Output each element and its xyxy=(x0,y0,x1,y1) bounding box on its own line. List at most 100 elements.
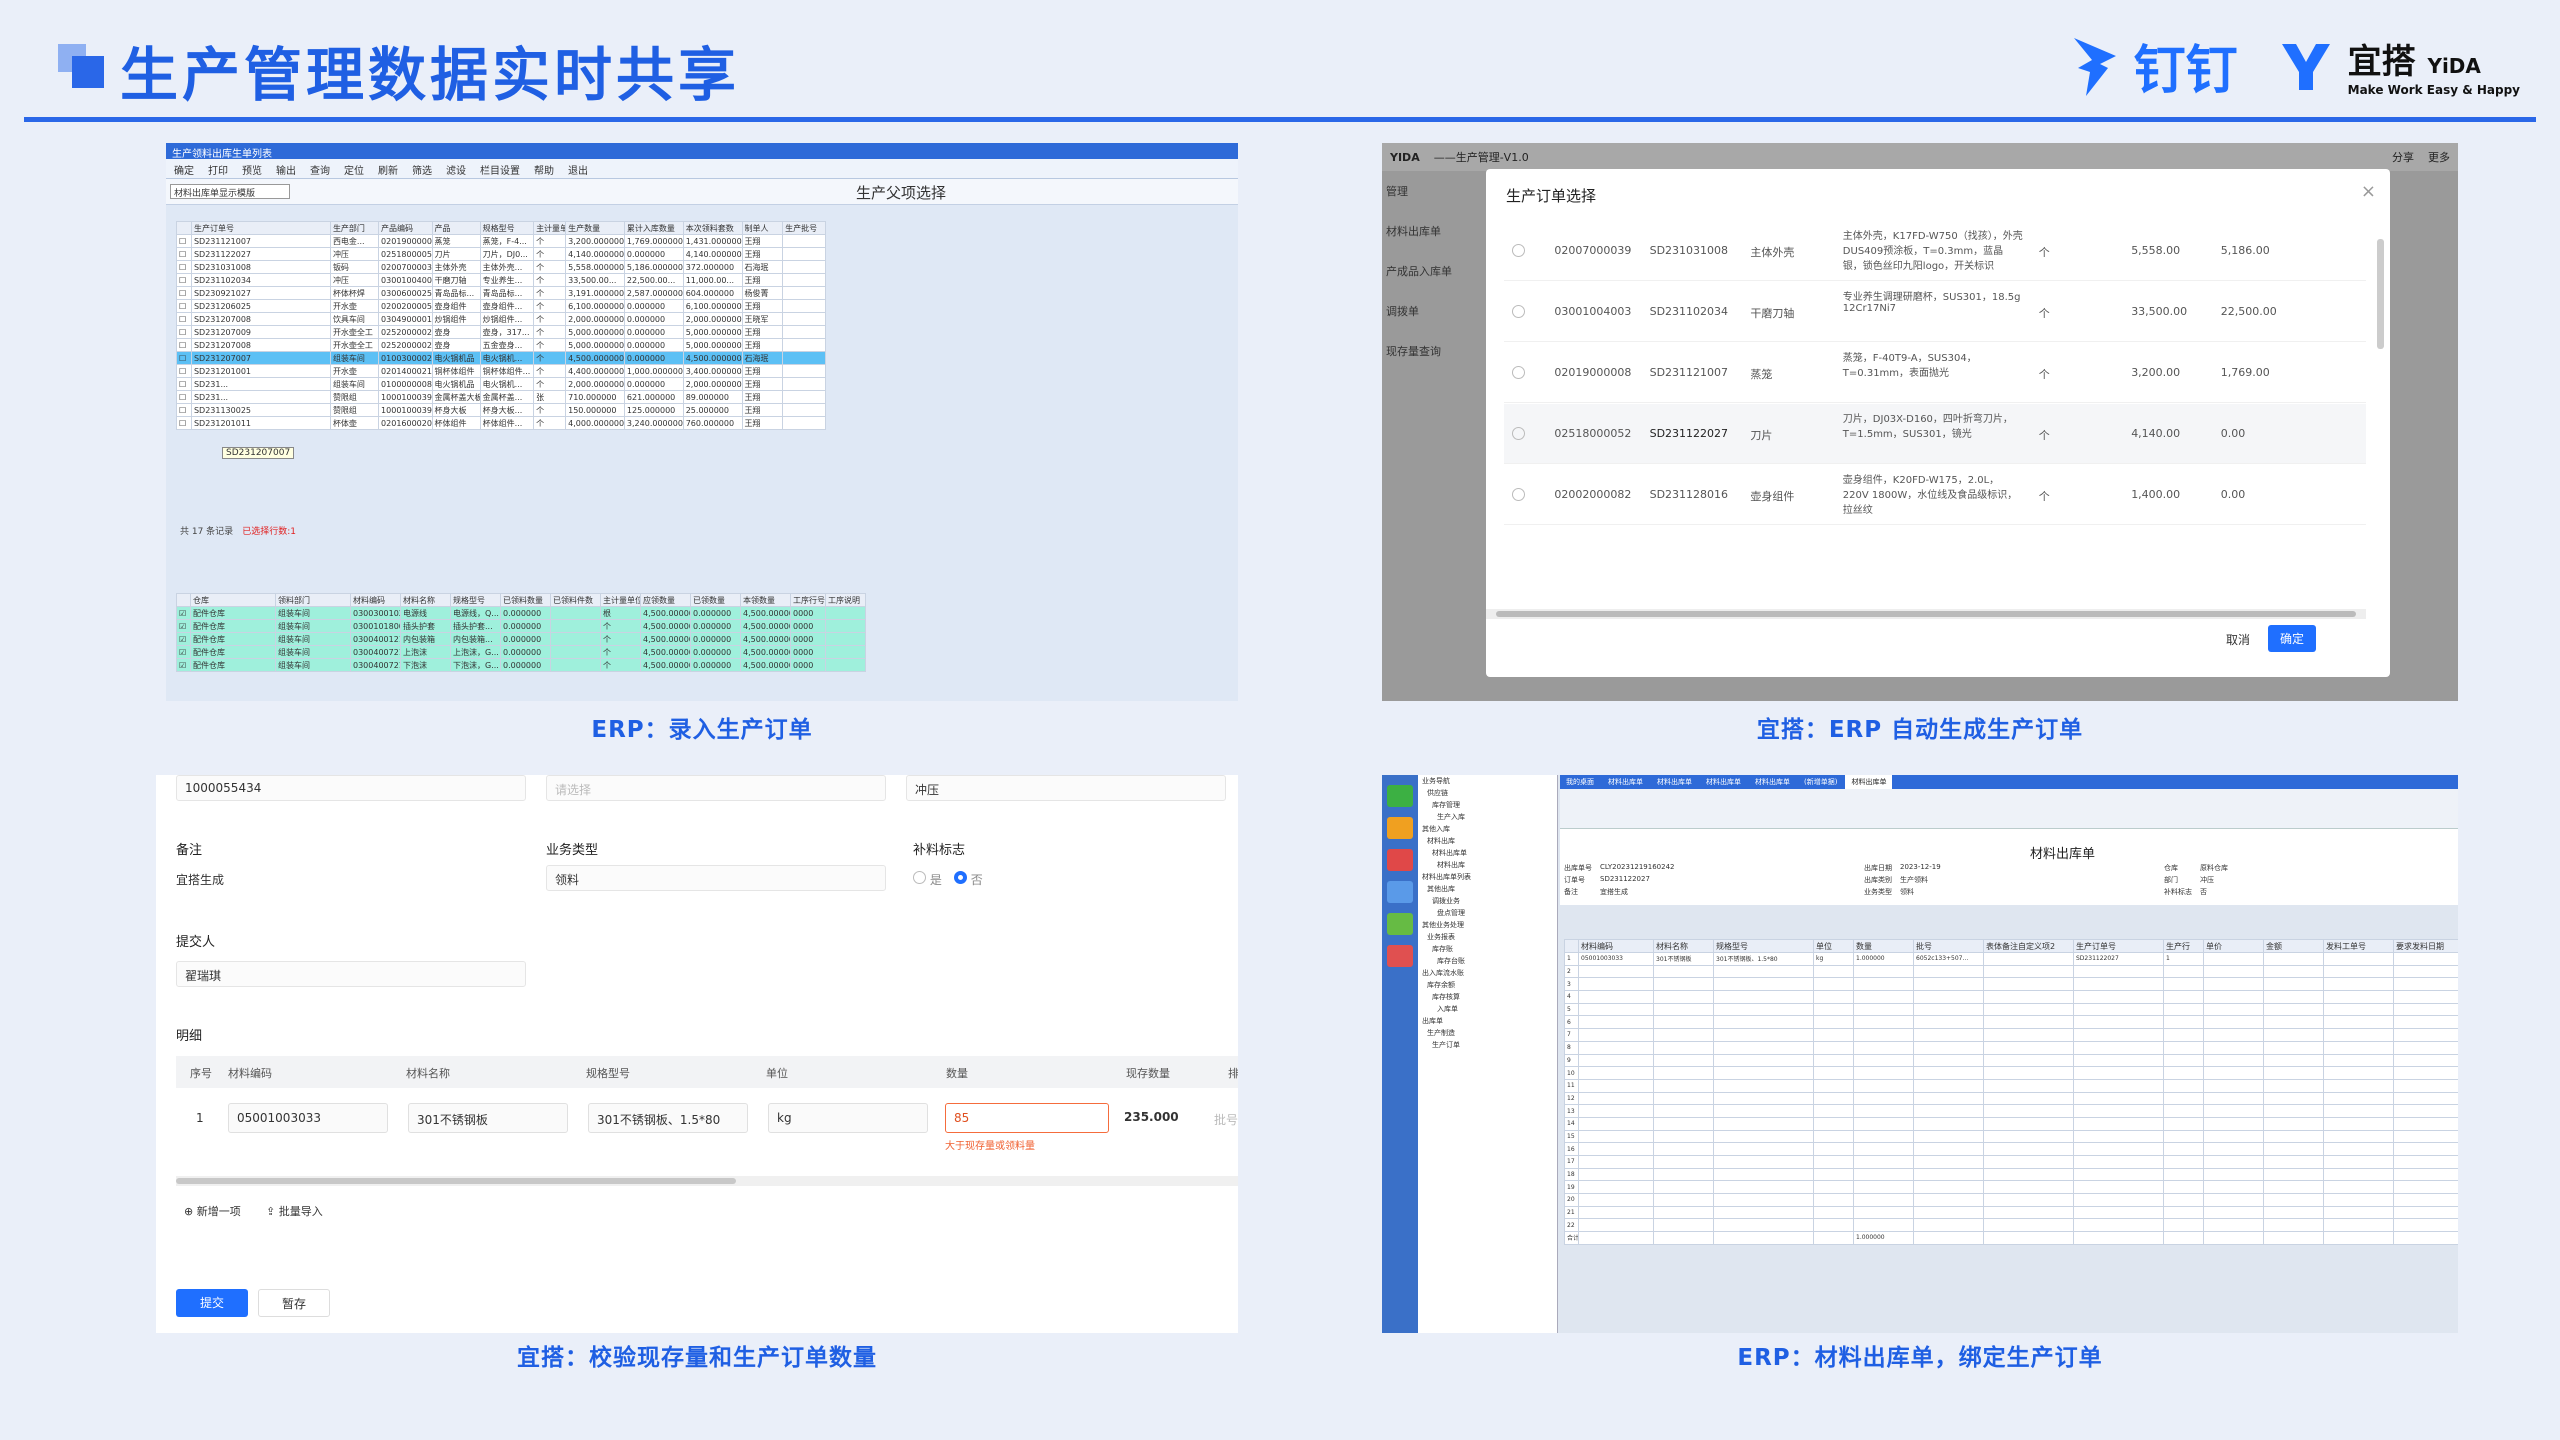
row-checkbox[interactable]: ☐ xyxy=(176,299,192,313)
table-row[interactable]: ☐ SD231206025 开水壶 02002000054 壶身组件 壶身组件... 个 6,… xyxy=(176,299,826,313)
tab-item[interactable]: (新增单据) xyxy=(1798,775,1843,789)
tree-item[interactable]: 盘点管理 xyxy=(1418,907,1557,919)
form-value[interactable]: 宜搭生成 xyxy=(1600,887,1628,897)
add-row-button[interactable]: ⊕ 新增一项 xyxy=(184,1203,241,1219)
list-item[interactable]: 03001004003 SD231102034 干磨刀轴 专业养生调理研磨杯，SUS3… xyxy=(1504,282,2366,342)
table-row[interactable]: 3 xyxy=(1564,977,2458,992)
batch-import-button[interactable]: ⇪ 批量导入 xyxy=(266,1203,323,1219)
tree-item[interactable]: 其他出库 xyxy=(1418,883,1557,895)
column-header[interactable]: 工序说明 xyxy=(825,593,866,607)
table-row[interactable]: 12 xyxy=(1564,1091,2458,1106)
table-row[interactable]: ☑配件仓库组装车间03001018003插头护套插头护套...0.000000个… xyxy=(176,619,866,633)
row-checkbox[interactable]: ☐ xyxy=(176,351,192,365)
column-header[interactable]: 规格型号 xyxy=(1713,939,1814,953)
toolbar-filter[interactable]: 筛选 xyxy=(412,162,432,177)
tree-item[interactable]: 出入库流水账 xyxy=(1418,967,1557,979)
form-value[interactable]: 领料 xyxy=(1900,887,1914,897)
column-header[interactable]: 本次领料套数 xyxy=(682,221,743,235)
row-checkbox[interactable]: ☑ xyxy=(176,658,191,672)
table-row[interactable]: 11 xyxy=(1564,1078,2458,1093)
tree-item[interactable]: 入库单 xyxy=(1418,1003,1557,1015)
tree-item[interactable]: 材料出库单 xyxy=(1418,847,1557,859)
horizontal-scrollbar[interactable] xyxy=(1486,609,2366,619)
column-header[interactable]: 主计量单位 xyxy=(533,221,567,235)
table-row[interactable]: ☑配件仓库组装车间03004007211下泡沫下泡沫，G...0.000000个… xyxy=(176,658,866,672)
radio-icon[interactable] xyxy=(1512,305,1525,318)
table-row[interactable]: 22 xyxy=(1564,1218,2458,1233)
form-value[interactable]: 原料仓库 xyxy=(2200,863,2228,873)
save-draft-button[interactable]: 暂存 xyxy=(258,1289,330,1317)
column-header[interactable]: 产品 xyxy=(431,221,481,235)
flag-radios[interactable]: 是 否 xyxy=(913,871,983,888)
column-header[interactable]: 批号 xyxy=(1913,939,1984,953)
tree-item[interactable]: 供应链 xyxy=(1418,787,1557,799)
row-checkbox[interactable]: ☐ xyxy=(176,312,192,326)
tab-item[interactable]: 材料出库单 xyxy=(1845,775,1893,789)
spec-field[interactable]: 301不锈钢板、1.5*80 xyxy=(588,1103,748,1133)
radio-icon[interactable] xyxy=(1512,244,1525,257)
table-row[interactable]: 20 xyxy=(1564,1193,2458,1207)
form-value[interactable]: 否 xyxy=(2200,887,2207,897)
column-header[interactable]: 材料编码 xyxy=(350,593,401,607)
row-checkbox[interactable]: ☐ xyxy=(176,247,192,261)
column-header[interactable]: 生产订单号 xyxy=(190,221,331,235)
tree-item[interactable]: 库存核算 xyxy=(1418,991,1557,1003)
table-row[interactable]: 4 xyxy=(1564,990,2458,1004)
column-header[interactable]: 发料工单号 xyxy=(2323,939,2394,953)
tree-item[interactable]: 生产订单 xyxy=(1418,1039,1557,1051)
table-scrollbar[interactable] xyxy=(176,1176,1238,1186)
row-checkbox[interactable]: ☑ xyxy=(176,645,191,659)
column-header[interactable] xyxy=(1564,939,1579,953)
list-item[interactable]: 02007000039 SD231031008 主体外壳 主体外壳，K17FD-W75… xyxy=(1504,221,2366,281)
table-row[interactable]: ☐ SD231102034 冲压 03001004003 干磨刀轴 专业养生... 个 33,… xyxy=(176,273,826,287)
list-item[interactable]: 02518000052 SD231122027 刀片 刀片，DJ03X-D160，四叶… xyxy=(1504,404,2366,464)
table-row[interactable]: 1 05001003033 301不锈钢板 301不锈钢板、1.5*80 kg 1.000… xyxy=(1564,952,2458,966)
column-header[interactable]: 仓库 xyxy=(190,593,276,607)
radio-icon[interactable] xyxy=(1512,488,1525,501)
column-header[interactable]: 本领数量 xyxy=(740,593,791,607)
column-header[interactable]: 材料名称 xyxy=(1653,939,1714,953)
column-header[interactable]: 工序行号 xyxy=(790,593,826,607)
form-value[interactable]: CLY20231219160242 xyxy=(1600,863,1674,871)
process-field[interactable]: 冲压 xyxy=(906,775,1226,801)
table-row[interactable]: 19 xyxy=(1564,1180,2458,1195)
vertical-scrollbar[interactable] xyxy=(2377,239,2384,349)
tree-item[interactable]: 生产入库 xyxy=(1418,811,1557,823)
table-row[interactable]: ☑配件仓库组装车间03003001021电源线电源线，Q...0.000000根… xyxy=(176,606,866,620)
column-header[interactable]: 金额 xyxy=(2263,939,2324,953)
table-row[interactable]: 14 xyxy=(1564,1116,2458,1131)
table-row[interactable]: ☐ SD231201011 杯体壶 02016000206 杯体组件 杯体组件... 个 4,… xyxy=(176,416,826,430)
template-select[interactable]: 材料出库单显示模版 xyxy=(170,184,290,199)
tree-item[interactable]: 其他入库 xyxy=(1418,823,1557,835)
column-header[interactable]: 生产行 xyxy=(2163,939,2204,953)
submitter-field[interactable]: 翟瑞琪 xyxy=(176,961,526,987)
tab-item[interactable]: 材料出库单 xyxy=(1749,775,1796,789)
list-item[interactable]: 02002000082 SD231128016 壶身组件 壶身组件，K20FD-W17… xyxy=(1504,465,2366,525)
sidebar-item-transfer[interactable]: 调拨单 xyxy=(1382,291,1486,331)
tree-item[interactable]: 材料出库 xyxy=(1418,835,1557,847)
table-row[interactable]: ☐ SD230921027 杯体杯焊 03006000250 青岛品标... 青岛品标..… xyxy=(176,286,826,300)
column-header[interactable] xyxy=(176,221,192,235)
tab-item[interactable]: 材料出库单 xyxy=(1602,775,1649,789)
toolbar-confirm[interactable]: 确定 xyxy=(174,162,194,177)
column-header[interactable]: 制单人 xyxy=(741,221,784,235)
tree-item[interactable]: 库存账 xyxy=(1418,943,1557,955)
table-row[interactable]: 5 xyxy=(1564,1002,2458,1017)
close-icon[interactable]: × xyxy=(2361,181,2376,202)
column-header[interactable]: 单位 xyxy=(1813,939,1854,953)
column-header[interactable]: 生产订单号 xyxy=(2073,939,2164,953)
toolbar-query[interactable]: 查询 xyxy=(310,162,330,177)
tree-item[interactable]: 调拨业务 xyxy=(1418,895,1557,907)
select-field[interactable]: 请选择 xyxy=(546,775,886,801)
toolbar-help[interactable]: 帮助 xyxy=(534,162,554,177)
tree-item[interactable]: 材料出库单列表 xyxy=(1418,871,1557,883)
row-checkbox[interactable]: ☐ xyxy=(176,234,192,248)
table-row[interactable]: 13 xyxy=(1564,1104,2458,1118)
row-checkbox[interactable]: ☑ xyxy=(176,632,191,646)
column-header[interactable]: 应领数量 xyxy=(640,593,691,607)
row-checkbox[interactable]: ☐ xyxy=(176,403,192,417)
table-row[interactable]: ☐ SD231121007 西电金... 02019000008 蒸笼 蒸笼，F-4...… xyxy=(176,234,826,248)
form-value[interactable]: 冲压 xyxy=(2200,875,2214,885)
table-row[interactable]: 7 xyxy=(1564,1028,2458,1042)
toolbar-exit[interactable]: 退出 xyxy=(568,162,588,177)
